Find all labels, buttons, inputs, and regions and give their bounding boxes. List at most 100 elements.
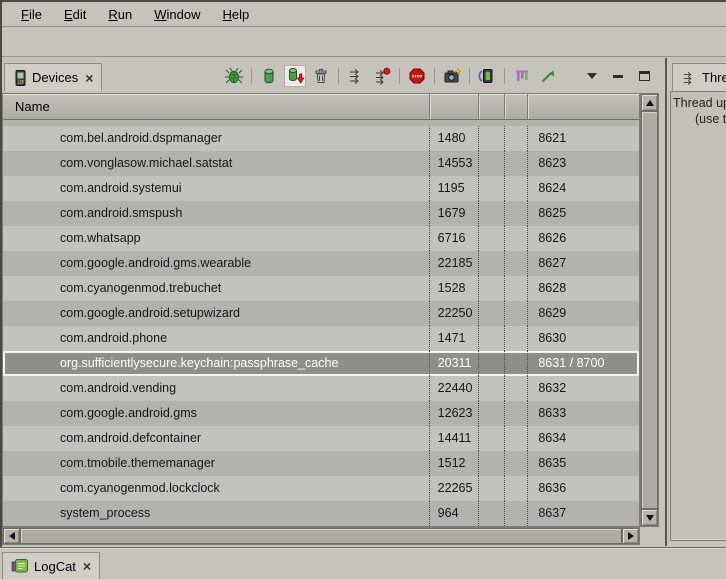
panel-sash[interactable] bbox=[665, 58, 667, 546]
cell-port: 8628 bbox=[527, 276, 639, 301]
table-row[interactable]: com.android.systemui11958624 bbox=[3, 176, 639, 201]
table-row[interactable]: com.google.android.gms.wearable221858627 bbox=[3, 251, 639, 276]
cell-c3 bbox=[478, 426, 505, 451]
vertical-scrollbar[interactable] bbox=[640, 93, 659, 527]
table-row[interactable]: com.google.android.gms126238633 bbox=[3, 401, 639, 426]
tab-threads[interactable]: Threads bbox=[672, 63, 726, 91]
tab-devices-close-icon[interactable]: × bbox=[83, 72, 93, 84]
menu-run[interactable]: Run bbox=[97, 4, 143, 25]
cell-port: 8632 bbox=[527, 376, 639, 401]
header-port[interactable] bbox=[527, 94, 639, 119]
menu-bar: File Edit Run Window Help bbox=[2, 2, 726, 27]
cell-port: 8630 bbox=[527, 326, 639, 351]
table-row[interactable]: com.bel.android.dspmanager14808621 bbox=[3, 126, 639, 151]
devices-view: Devices × bbox=[2, 58, 663, 546]
process-table: Name com.bel.android.dspmanager14808621c… bbox=[2, 93, 640, 527]
tab-logcat-close-icon[interactable]: × bbox=[81, 560, 91, 572]
cell-port: 8627 bbox=[527, 251, 639, 276]
header-col4[interactable] bbox=[504, 94, 527, 119]
table-row[interactable]: system_process9648637 bbox=[3, 501, 639, 526]
method-profiling-icon[interactable] bbox=[371, 65, 393, 87]
table-row[interactable]: com.android.vending224408632 bbox=[3, 376, 639, 401]
cause-gc-trash-icon[interactable] bbox=[310, 65, 332, 87]
stop-process-icon[interactable]: STOP bbox=[406, 65, 428, 87]
menu-file[interactable]: File bbox=[10, 4, 53, 25]
cell-c4 bbox=[504, 401, 527, 426]
sysinfo-bars-icon[interactable] bbox=[511, 65, 533, 87]
cell-port: 8636 bbox=[527, 476, 639, 501]
cell-c4 bbox=[504, 226, 527, 251]
cell-port: 8633 bbox=[527, 401, 639, 426]
cell-name: com.vonglasow.michael.satstat bbox=[3, 151, 429, 176]
cell-c3 bbox=[478, 451, 505, 476]
maximize-icon[interactable] bbox=[633, 65, 655, 87]
vertical-scrollbar-thumb[interactable] bbox=[641, 111, 658, 509]
device-view-icon[interactable] bbox=[476, 65, 498, 87]
menu-window[interactable]: Window bbox=[143, 4, 211, 25]
table-row[interactable]: com.cyanogenmod.trebuchet15288628 bbox=[3, 276, 639, 301]
table-body: com.bel.android.dspmanager14808621com.vo… bbox=[3, 120, 639, 526]
cell-pid: 22440 bbox=[429, 376, 478, 401]
cell-port: 8631 / 8700 bbox=[527, 351, 639, 376]
menu-edit[interactable]: Edit bbox=[53, 4, 97, 25]
cell-pid: 12623 bbox=[429, 401, 478, 426]
cell-pid: 1480 bbox=[429, 126, 478, 151]
tab-devices[interactable]: Devices × bbox=[4, 63, 102, 91]
cell-c4 bbox=[504, 451, 527, 476]
scroll-left-icon[interactable] bbox=[3, 528, 20, 544]
update-heap-icon[interactable] bbox=[258, 65, 280, 87]
table-row[interactable]: com.cyanogenmod.lockclock222658636 bbox=[3, 476, 639, 501]
opengl-trace-icon[interactable] bbox=[537, 65, 559, 87]
header-pid[interactable] bbox=[429, 94, 478, 119]
dump-hprof-icon[interactable] bbox=[284, 65, 306, 87]
cell-c4 bbox=[504, 326, 527, 351]
table-row[interactable]: com.vonglasow.michael.satstat145538623 bbox=[3, 151, 639, 176]
cell-port: 8626 bbox=[527, 226, 639, 251]
cell-pid: 1195 bbox=[429, 176, 478, 201]
debug-process-icon[interactable] bbox=[223, 65, 245, 87]
header-name[interactable]: Name bbox=[3, 94, 429, 119]
update-threads-icon[interactable] bbox=[345, 65, 367, 87]
cell-name: org.sufficientlysecure.keychain:passphra… bbox=[3, 351, 429, 376]
menu-help[interactable]: Help bbox=[211, 4, 260, 25]
minimize-icon[interactable] bbox=[607, 65, 629, 87]
table-row[interactable]: com.android.smspush16798625 bbox=[3, 201, 639, 226]
table-row[interactable]: com.android.defcontainer144118634 bbox=[3, 426, 639, 451]
cell-port: 8624 bbox=[527, 176, 639, 201]
cell-name: com.android.defcontainer bbox=[3, 426, 429, 451]
cell-port: 8637 bbox=[527, 501, 639, 526]
cell-c4 bbox=[504, 276, 527, 301]
view-menu-icon[interactable] bbox=[581, 65, 603, 87]
table-row[interactable]: com.tmobile.thememanager15128635 bbox=[3, 451, 639, 476]
cell-c4 bbox=[504, 201, 527, 226]
cell-c3 bbox=[478, 201, 505, 226]
device-phone-icon bbox=[13, 70, 27, 86]
cell-name: com.tmobile.thememanager bbox=[3, 451, 429, 476]
table-row[interactable]: com.google.android.setupwizard222508629 bbox=[3, 301, 639, 326]
scroll-down-icon[interactable] bbox=[641, 509, 658, 526]
cell-name: com.cyanogenmod.trebuchet bbox=[3, 276, 429, 301]
table-row[interactable]: com.whatsapp67168626 bbox=[3, 226, 639, 251]
cell-port: 8621 bbox=[527, 126, 639, 151]
logcat-icon bbox=[11, 558, 29, 574]
cell-name: com.android.phone bbox=[3, 326, 429, 351]
header-col3[interactable] bbox=[478, 94, 505, 119]
cell-c3 bbox=[478, 251, 505, 276]
table-row[interactable]: com.android.phone14718630 bbox=[3, 326, 639, 351]
cell-c3 bbox=[478, 226, 505, 251]
screen-capture-icon[interactable] bbox=[441, 65, 463, 87]
scroll-right-icon[interactable] bbox=[622, 528, 639, 544]
cell-c4 bbox=[504, 376, 527, 401]
tab-logcat[interactable]: LogCat × bbox=[2, 552, 100, 579]
table-header: Name bbox=[3, 94, 639, 120]
scroll-up-icon[interactable] bbox=[641, 94, 658, 111]
cell-c3 bbox=[478, 301, 505, 326]
tab-devices-label: Devices bbox=[32, 70, 78, 85]
horizontal-scrollbar-thumb[interactable] bbox=[20, 528, 622, 544]
table-row-selected[interactable]: org.sufficientlysecure.keychain:passphra… bbox=[3, 351, 639, 376]
cell-c4 bbox=[504, 126, 527, 151]
horizontal-scrollbar[interactable] bbox=[2, 527, 640, 545]
main-toolbar bbox=[2, 27, 726, 57]
toolbar-separator bbox=[338, 68, 339, 84]
threads-content-frame bbox=[670, 91, 726, 541]
